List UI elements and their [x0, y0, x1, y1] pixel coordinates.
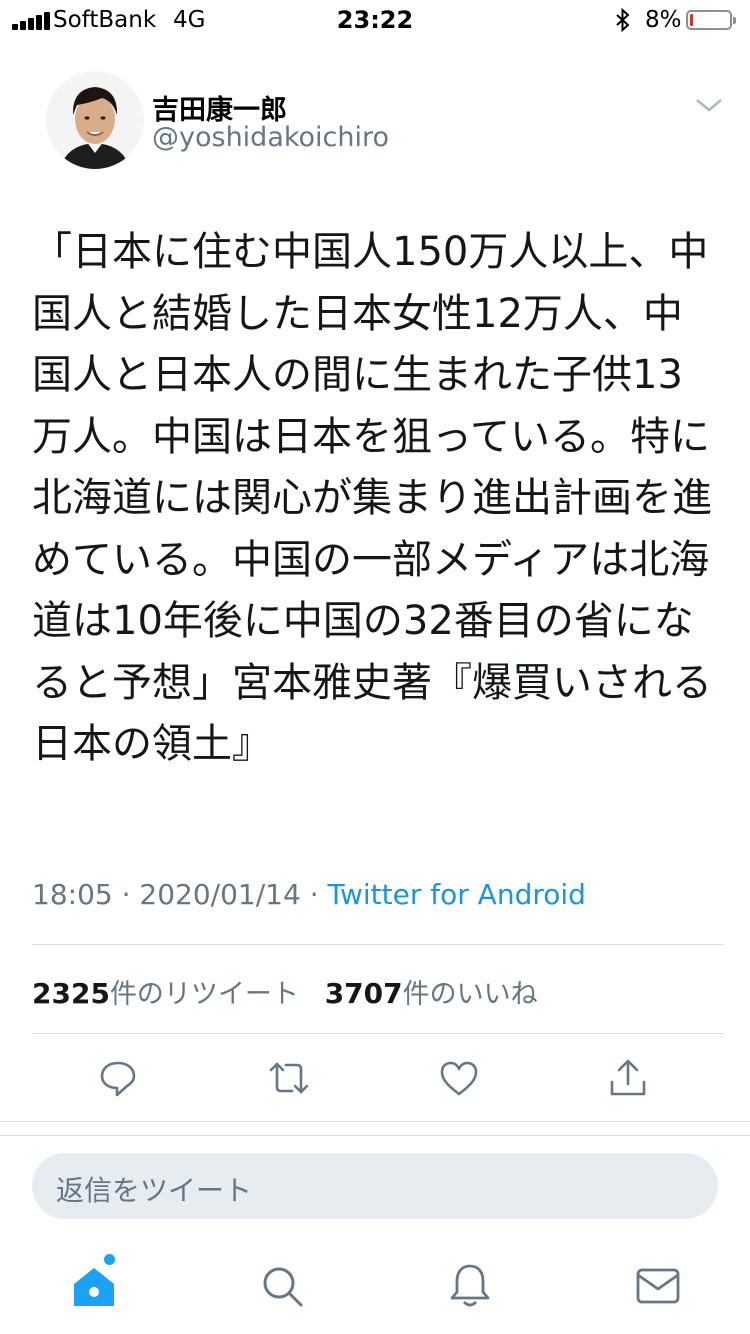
- tweet-text: 「日本に住む中国人150万人以上、中国人と結婚した日本女性12万人、中国人と日本…: [32, 229, 712, 767]
- reply-input[interactable]: 返信をツイート: [32, 1153, 718, 1219]
- bluetooth-icon: [616, 8, 630, 32]
- tweet-meta: 18:05 · 2020/01/14 · Twitter for Android: [32, 878, 586, 911]
- battery-icon: [686, 10, 736, 30]
- retweet-count: 2325: [32, 977, 110, 1010]
- tweet-stats: 2325件のリツイート 3707件のいいね: [32, 972, 538, 1011]
- divider: [32, 944, 724, 945]
- retweet-label: 件のリツイート: [109, 979, 299, 1010]
- like-count: 3707: [324, 977, 403, 1010]
- avatar[interactable]: [46, 71, 144, 169]
- home-icon[interactable]: [70, 1262, 118, 1310]
- retweet-icon[interactable]: [267, 1056, 311, 1100]
- battery-percent: 8%: [645, 7, 682, 33]
- tweet-time: 18:05: [32, 878, 113, 911]
- reply-icon[interactable]: [96, 1056, 140, 1100]
- divider: [32, 1033, 724, 1034]
- meta-separator: ·: [309, 878, 319, 911]
- tweet-source-link[interactable]: Twitter for Android: [328, 878, 586, 911]
- tweet-date: 2020/01/14: [139, 878, 301, 911]
- like-icon[interactable]: [437, 1056, 481, 1100]
- messages-icon[interactable]: [634, 1262, 682, 1310]
- clock: 23:22: [336, 6, 414, 34]
- divider: [0, 1121, 750, 1122]
- battery-level: [690, 14, 693, 26]
- share-icon[interactable]: [606, 1056, 650, 1100]
- new-content-dot: [104, 1254, 115, 1265]
- status-bar: SoftBank 4G 23:22 8%: [0, 0, 750, 40]
- meta-separator: ·: [121, 878, 131, 911]
- divider: [0, 1135, 750, 1136]
- chevron-down-icon[interactable]: [694, 94, 724, 116]
- search-icon[interactable]: [258, 1262, 306, 1310]
- like-label: 件のいいね: [402, 979, 538, 1010]
- notifications-icon[interactable]: [446, 1262, 494, 1310]
- user-handle[interactable]: @yoshidakoichiro: [152, 122, 389, 153]
- reply-placeholder: 返信をツイート: [56, 1174, 253, 1207]
- likes-stat[interactable]: 3707件のいいね: [324, 977, 538, 1010]
- retweets-stat[interactable]: 2325件のリツイート: [32, 977, 299, 1010]
